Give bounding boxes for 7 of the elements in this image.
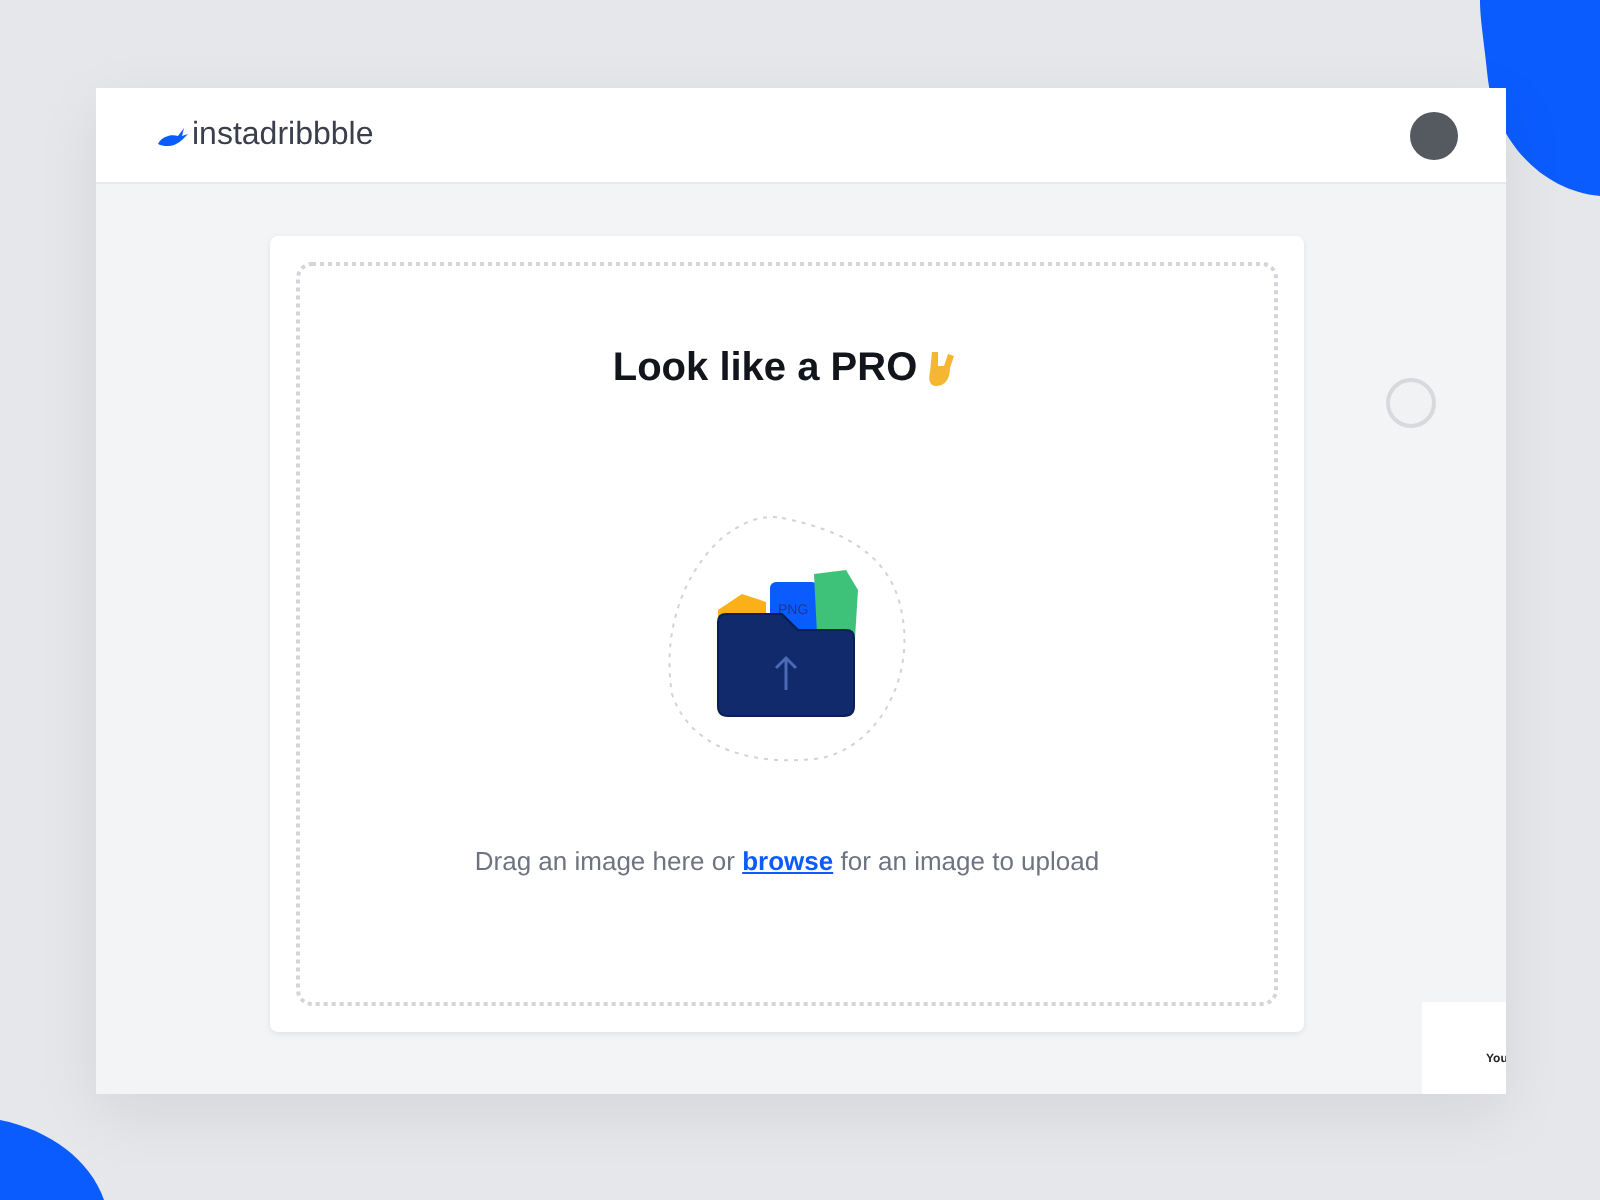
upload-hint: Drag an image here or browse for an image to upload: [474, 844, 1100, 880]
round-toggle[interactable]: [1386, 378, 1436, 428]
blob-shape: [0, 1120, 104, 1200]
logo-text[interactable]: instadribbble: [192, 111, 374, 159]
avatar[interactable]: [1410, 111, 1458, 159]
browse-link[interactable]: browse: [742, 846, 834, 876]
upload-title: Look like a PRO: [612, 344, 918, 394]
